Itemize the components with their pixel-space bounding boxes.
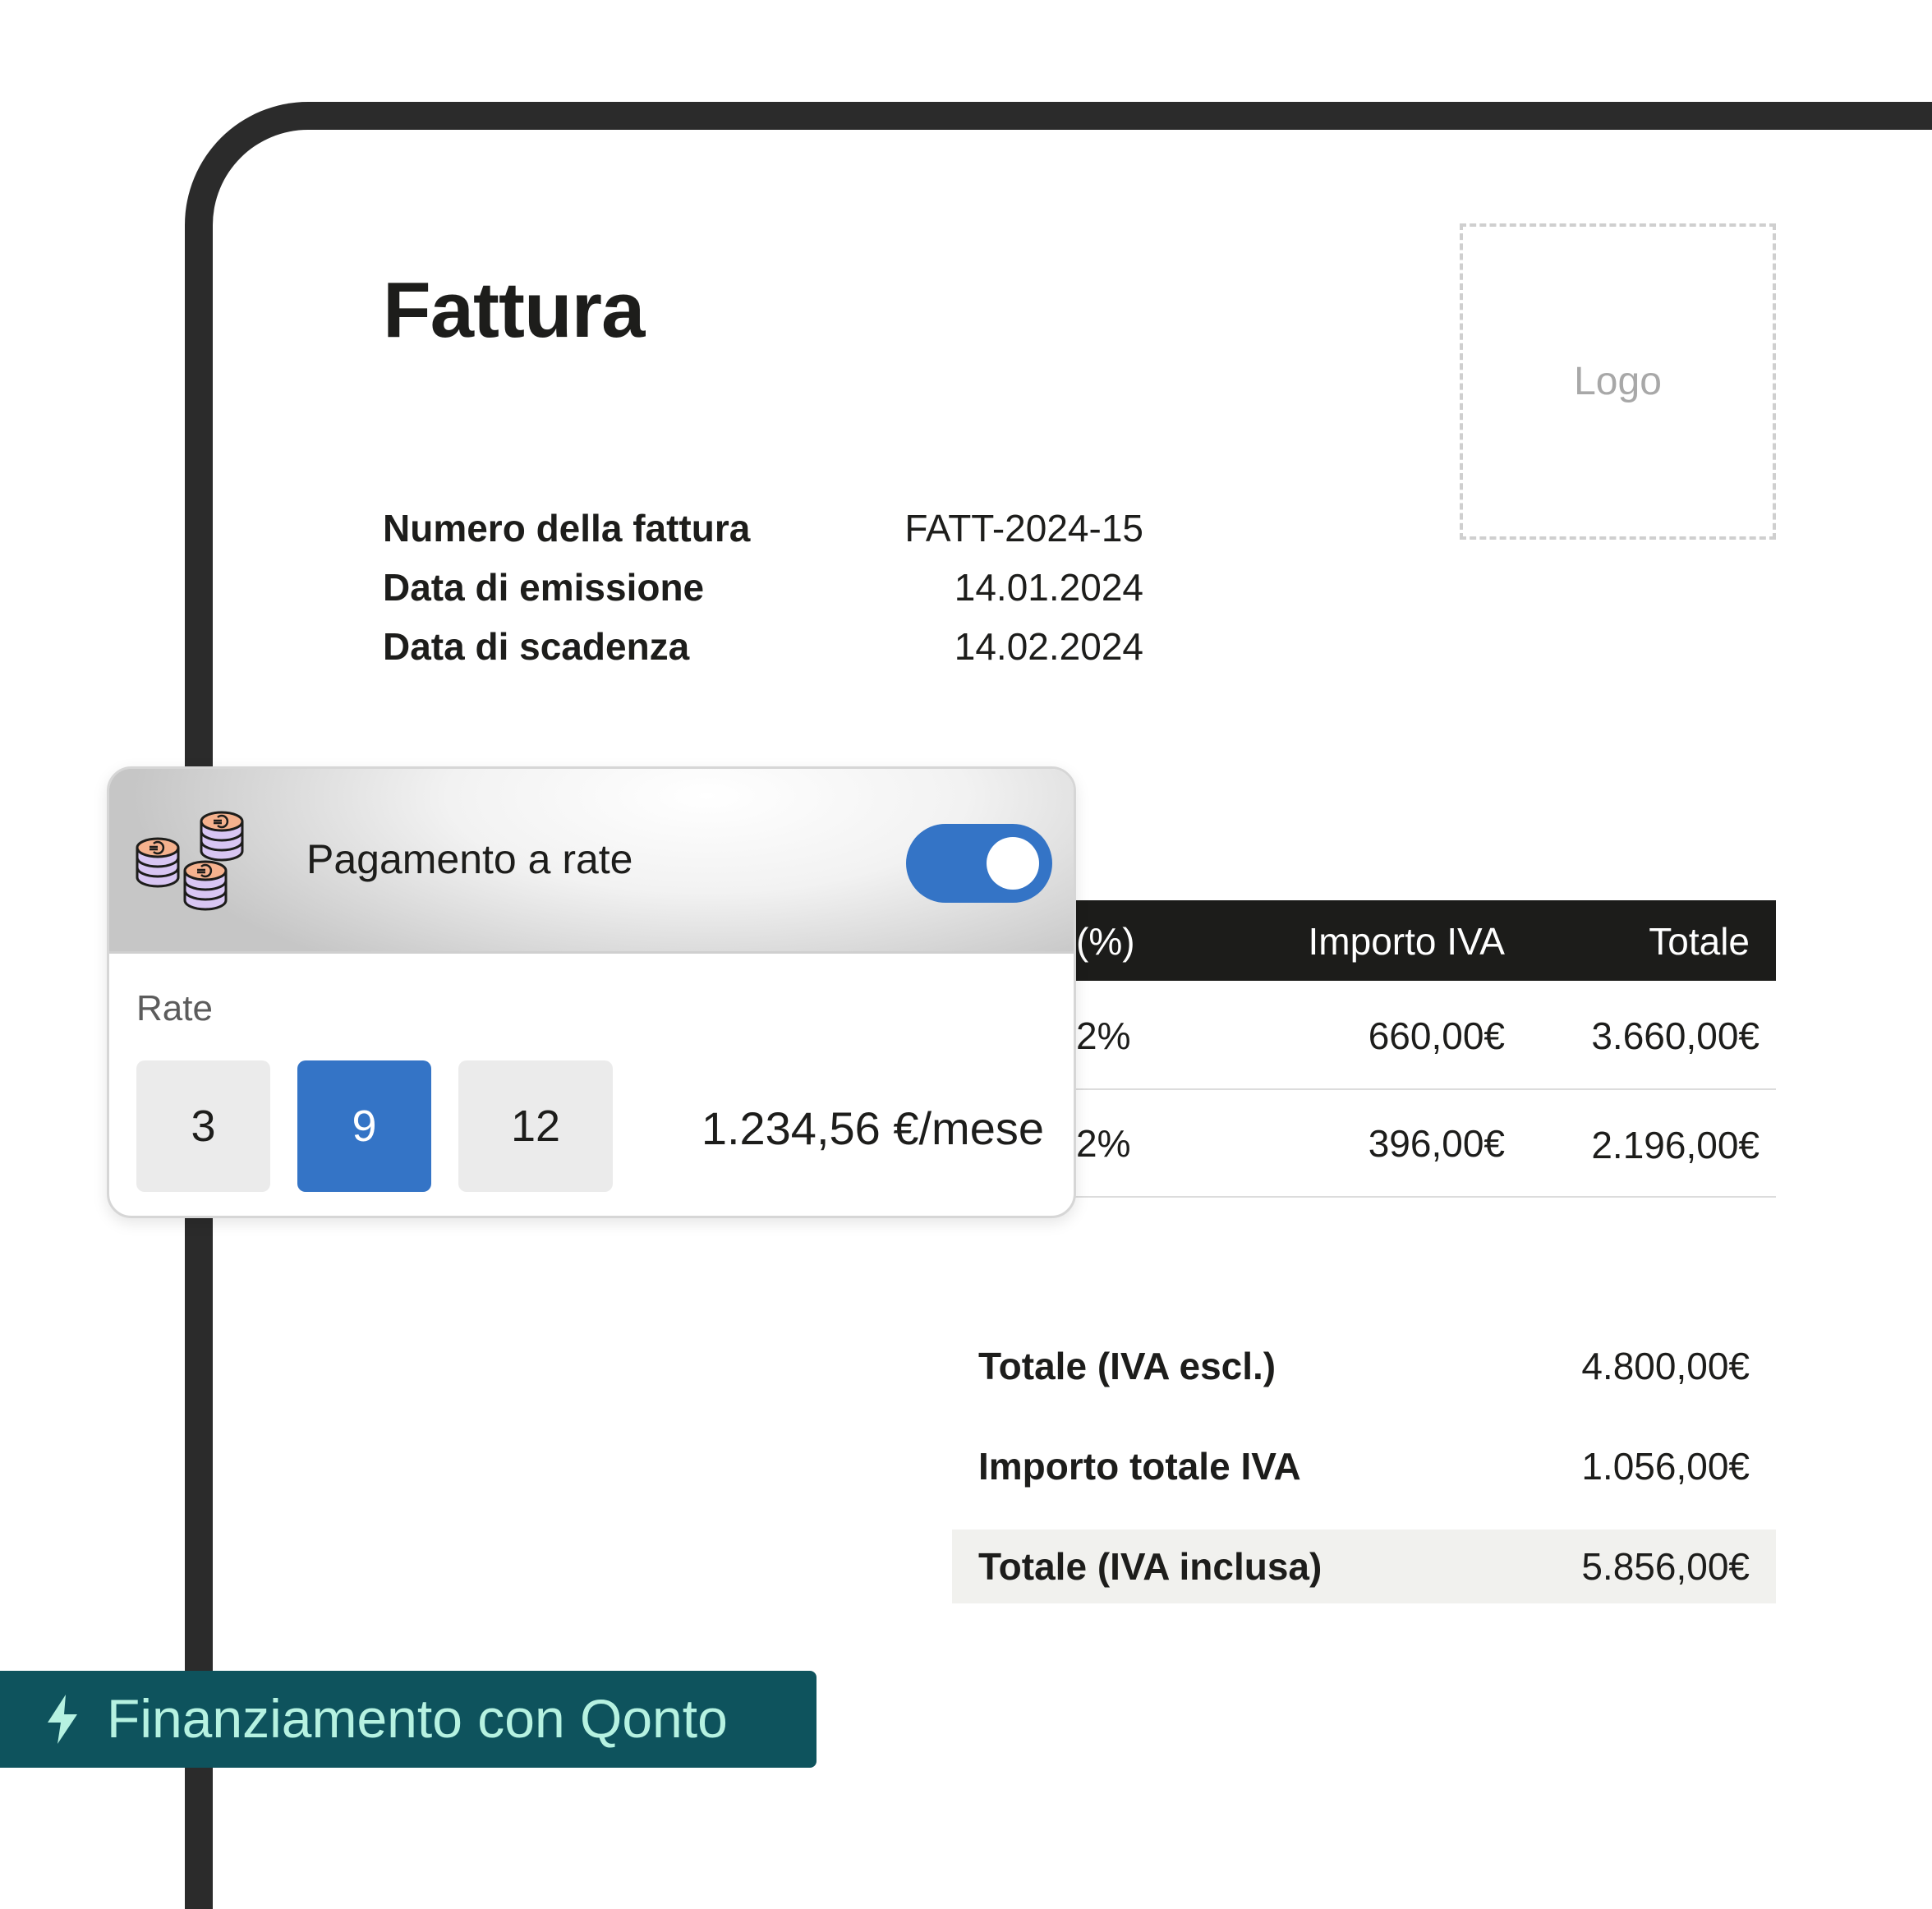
- installment-payment-card: Pagamento a rate Rate 3 9 12 1.234,56 €/…: [107, 766, 1076, 1218]
- rate-label: Rate: [136, 988, 213, 1028]
- vat-total-row: Importo totale IVA 1.056,00€: [952, 1429, 1776, 1503]
- issue-date-row: Data di emissione 14.01.2024: [383, 565, 1143, 614]
- issue-date-value: 14.01.2024: [954, 566, 1143, 609]
- issue-date-label: Data di emissione: [383, 566, 705, 609]
- header-vat-rate: (%): [1076, 920, 1135, 963]
- rate-option-3[interactable]: 3: [136, 1060, 270, 1192]
- rate-option-label: 3: [191, 1102, 216, 1151]
- vat-total-label: Importo totale IVA: [978, 1445, 1301, 1488]
- monthly-amount: 1.234,56 €/mese: [701, 1102, 1044, 1154]
- lightning-bolt-icon: [48, 1695, 77, 1744]
- toggle-knob: [987, 837, 1039, 890]
- financing-badge[interactable]: Finanziamento con Qonto: [0, 1671, 816, 1768]
- installment-card-header: Pagamento a rate: [109, 769, 1074, 954]
- header-total: Totale: [1649, 920, 1750, 963]
- row-vat-rate: 2%: [1076, 1014, 1131, 1057]
- table-header: (%) Importo IVA Totale: [978, 900, 1776, 981]
- rate-option-label: 12: [510, 1102, 561, 1151]
- rate-option-label: 9: [352, 1102, 377, 1151]
- row-divider: [978, 1196, 1776, 1198]
- installment-toggle[interactable]: [906, 824, 1052, 903]
- row-total: 2.196,00€: [1591, 1124, 1760, 1166]
- rate-option-12[interactable]: 12: [458, 1060, 613, 1192]
- rate-option-9[interactable]: 9: [297, 1060, 431, 1192]
- grand-total-label: Totale (IVA inclusa): [978, 1545, 1322, 1588]
- financing-badge-label: Finanziamento con Qonto: [107, 1688, 728, 1749]
- invoice-title: Fattura: [383, 266, 645, 354]
- row-vat-rate: 2%: [1076, 1122, 1131, 1165]
- header-vat-amount: Importo IVA: [1308, 920, 1505, 963]
- subtotal-value: 4.800,00€: [1581, 1345, 1750, 1387]
- grand-total-value: 5.856,00€: [1581, 1545, 1750, 1588]
- row-vat-amount: 660,00€: [1368, 1014, 1505, 1057]
- invoice-number-value: FATT-2024-15: [904, 507, 1143, 550]
- table-row: 2% 660,00€ 3.660,00€: [978, 981, 1776, 1088]
- vat-total-value: 1.056,00€: [1581, 1445, 1750, 1488]
- euro-coins-icon: [136, 811, 244, 911]
- table-row: 2% 396,00€ 2.196,00€: [978, 1090, 1776, 1197]
- installment-title: Pagamento a rate: [306, 836, 633, 882]
- subtotal-label: Totale (IVA escl.): [978, 1345, 1276, 1387]
- grand-total-row: Totale (IVA inclusa) 5.856,00€: [952, 1530, 1776, 1603]
- invoice-number-row: Numero della fattura FATT-2024-15: [383, 506, 1143, 555]
- due-date-row: Data di scadenza 14.02.2024: [383, 624, 1143, 674]
- invoice-number-label: Numero della fattura: [383, 507, 751, 550]
- subtotal-row: Totale (IVA escl.) 4.800,00€: [952, 1329, 1776, 1403]
- due-date-label: Data di scadenza: [383, 625, 690, 668]
- row-vat-amount: 396,00€: [1368, 1122, 1505, 1165]
- logo-placeholder-label: Logo: [1574, 360, 1662, 403]
- row-total: 3.660,00€: [1591, 1014, 1760, 1057]
- logo-placeholder[interactable]: Logo: [1460, 223, 1776, 540]
- due-date-value: 14.02.2024: [954, 625, 1143, 668]
